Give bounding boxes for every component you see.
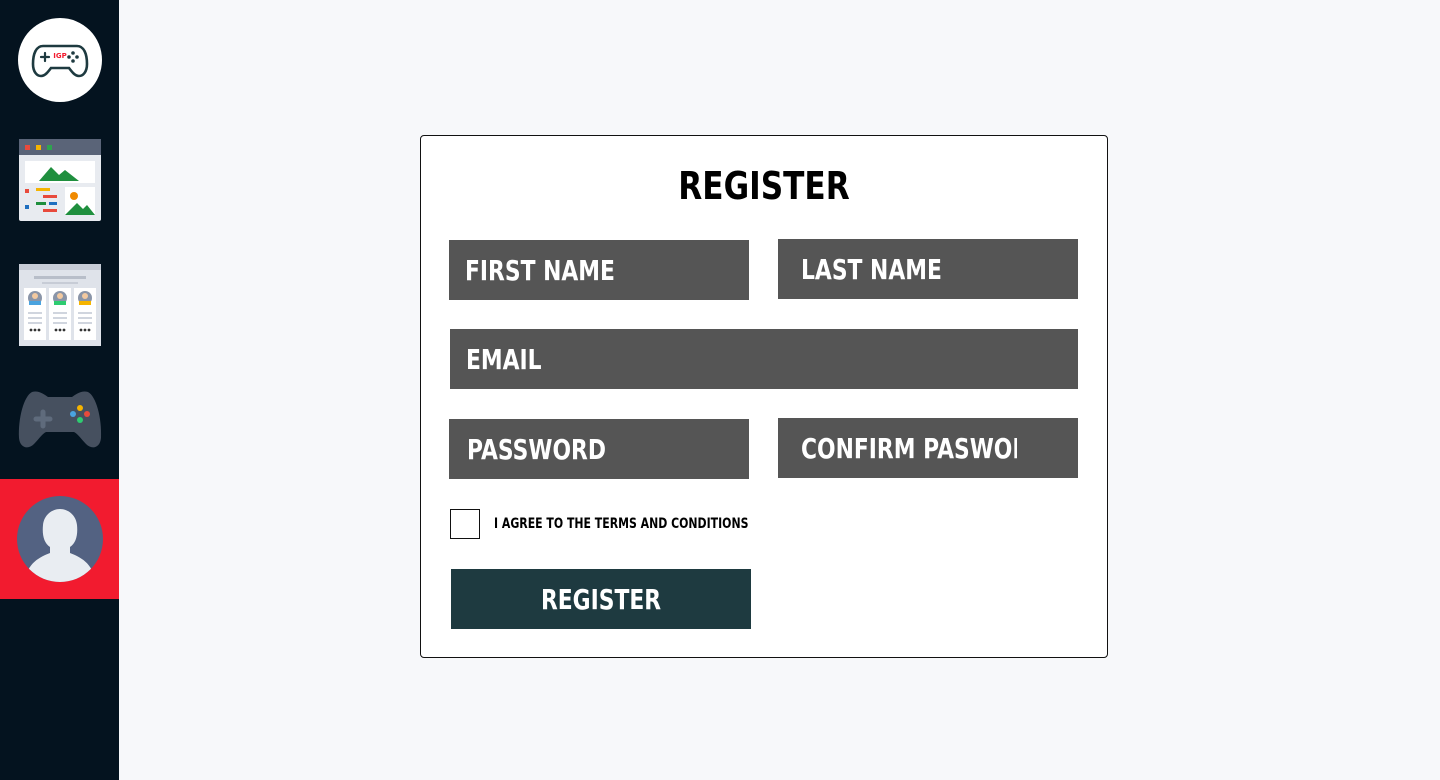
password-input[interactable] [467,432,687,466]
main-content: Register I agree to the terms and condit… [119,0,1440,780]
form-title: Register [678,164,850,208]
user-avatar-icon [16,496,103,582]
first-name-input[interactable] [465,253,687,287]
register-button[interactable]: Register [451,569,751,629]
sidebar-item-profiles[interactable] [0,264,119,346]
profile-cards-icon [18,264,101,346]
confirm-password-field[interactable] [778,418,1078,478]
last-name-input[interactable] [801,252,1018,286]
game-controller-icon [18,391,101,448]
sidebar-item-account[interactable] [0,479,119,599]
logo: IGP [17,18,102,102]
sidebar-item-games[interactable] [0,388,119,450]
last-name-field[interactable] [778,239,1078,299]
register-button-label: Register [540,582,662,616]
browser-gallery-icon [18,139,101,221]
gamepad-logo-icon: IGP [31,44,88,78]
sidebar-item-logo[interactable]: IGP [0,18,119,102]
terms-label: I agree to the terms and conditions [494,516,749,532]
sidebar-item-dashboard[interactable] [0,139,119,221]
confirm-password-input[interactable] [801,431,1018,465]
email-field[interactable] [450,329,1078,389]
register-form: Register I agree to the terms and condit… [420,135,1108,658]
terms-checkbox[interactable] [450,509,480,539]
password-field[interactable] [449,419,749,479]
svg-text:IGP: IGP [53,52,66,60]
email-input[interactable] [466,342,944,376]
sidebar: IGP [0,0,119,780]
first-name-field[interactable] [449,240,749,300]
